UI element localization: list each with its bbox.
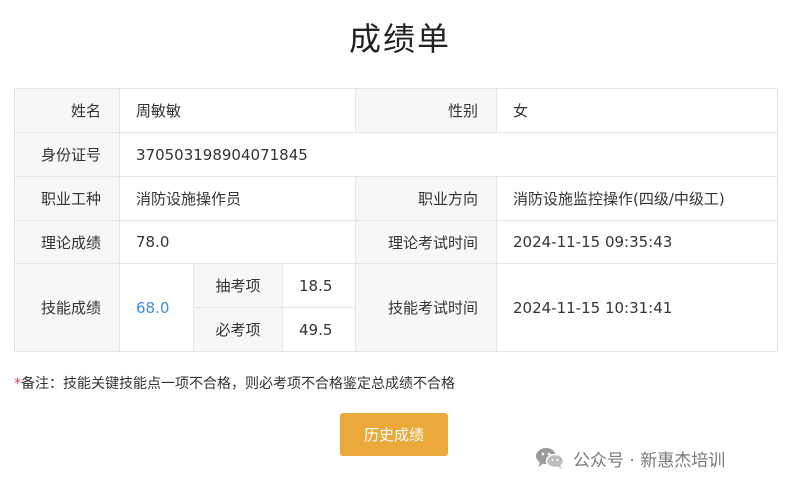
watermark-text: 公众号 · 新惠杰培训 — [573, 450, 726, 471]
page-title: 成绩单 — [348, 20, 451, 58]
skill-value: 68.0 — [119, 263, 194, 352]
grade-table: 姓名 周敏敏 性别 女 身份证号 370503198904071845 职业工种… — [14, 88, 778, 352]
skill-time-value: 2024-11-15 10:31:41 — [496, 263, 778, 352]
required-star: * — [14, 376, 21, 392]
theory-value: 78.0 — [119, 220, 356, 264]
gender-label: 性别 — [355, 88, 497, 133]
wechat-icon — [536, 448, 565, 469]
required-item-label: 必考项 — [193, 307, 283, 352]
table-row: 姓名 周敏敏 性别 女 — [14, 88, 778, 133]
table-row: 技能成绩 68.0 抽考项 18.5 技能考试时间 2024-11-15 10:… — [14, 263, 778, 352]
id-value: 370503198904071845 — [119, 132, 778, 177]
direction-value: 消防设施监控操作(四级/中级工) — [496, 176, 778, 221]
draw-item-label: 抽考项 — [193, 263, 283, 308]
job-label: 职业工种 — [14, 176, 120, 221]
table-row: 理论成绩 78.0 理论考试时间 2024-11-15 09:35:43 — [14, 220, 778, 264]
job-value: 消防设施操作员 — [119, 176, 356, 221]
direction-label: 职业方向 — [355, 176, 497, 221]
gender-value: 女 — [496, 88, 778, 133]
history-scores-button[interactable]: 历史成绩 — [340, 413, 448, 456]
required-item-value: 49.5 — [282, 307, 356, 352]
skill-time-label: 技能考试时间 — [355, 263, 497, 352]
remark-note: *备注：技能关键技能点一项不合格，则必考项不合格鉴定总成绩不合格 — [14, 373, 455, 393]
watermark: 公众号 · 新惠杰培训 — [535, 444, 725, 472]
table-row: 职业工种 消防设施操作员 职业方向 消防设施监控操作(四级/中级工) — [14, 176, 778, 221]
skill-label: 技能成绩 — [14, 263, 120, 352]
theory-time-value: 2024-11-15 09:35:43 — [496, 220, 778, 264]
table-row: 身份证号 370503198904071845 — [14, 132, 778, 177]
name-value: 周敏敏 — [119, 88, 356, 133]
theory-time-label: 理论考试时间 — [355, 220, 497, 264]
draw-item-value: 18.5 — [282, 263, 356, 308]
name-label: 姓名 — [14, 88, 120, 133]
theory-label: 理论成绩 — [14, 220, 120, 264]
id-label: 身份证号 — [14, 132, 120, 177]
remark-text: 备注：技能关键技能点一项不合格，则必考项不合格鉴定总成绩不合格 — [21, 376, 455, 392]
